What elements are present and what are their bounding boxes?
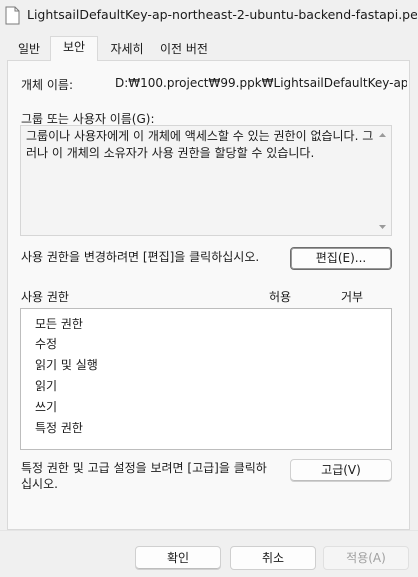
dialog-header: LightsailDefaultKey-ap-northeast-2-ubunt… — [0, 0, 418, 34]
scroll-down-icon[interactable] — [378, 223, 387, 231]
allow-header: 허용 — [269, 290, 292, 304]
permissions-header: 사용 권한 — [21, 290, 69, 304]
change-hint: 사용 권한을 변경하려면 [편집]을 클릭하십시오. — [21, 250, 260, 264]
tab-details[interactable]: 자세히 — [103, 38, 151, 60]
list-item: 특정 권한 — [35, 421, 83, 435]
group-message: 그룹이나 사용자에게 이 개체에 액세스할 수 있는 권한이 없습니다. 그러나… — [26, 129, 374, 160]
advanced-hint: 특정 권한 및 고급 설정을 보려면 [고급]을 클릭하십시오. — [21, 461, 267, 491]
cancel-button[interactable]: 취소 — [230, 546, 316, 570]
deny-header: 거부 — [341, 290, 364, 304]
footer-divider — [0, 530, 418, 531]
tab-previous-versions[interactable]: 이전 버전 — [152, 38, 216, 60]
ok-button[interactable]: 확인 — [135, 546, 221, 570]
advanced-button[interactable]: 고급(V) — [290, 459, 392, 482]
tab-general[interactable]: 일반 — [9, 38, 49, 60]
list-item: 모든 권한 — [35, 317, 83, 331]
tab-divider — [7, 60, 50, 61]
list-item: 읽기 — [35, 379, 58, 393]
edit-button[interactable]: 편집(E)... — [290, 247, 392, 270]
tab-security[interactable]: 보안 — [50, 36, 98, 61]
file-icon — [5, 6, 20, 25]
apply-button[interactable]: 적용(A) — [323, 546, 409, 570]
list-item: 쓰기 — [35, 400, 58, 414]
window-title: LightsailDefaultKey-ap-northeast-2-ubunt… — [27, 7, 417, 22]
scroll-up-icon[interactable] — [378, 131, 387, 139]
list-item: 수정 — [35, 337, 58, 351]
list-item: 읽기 및 실행 — [35, 358, 98, 372]
object-name-value: D:₩100.project₩99.ppk₩LightsailDefaultKe… — [115, 76, 407, 90]
object-name-label: 개체 이름: — [21, 78, 74, 92]
tab-divider — [98, 60, 410, 61]
